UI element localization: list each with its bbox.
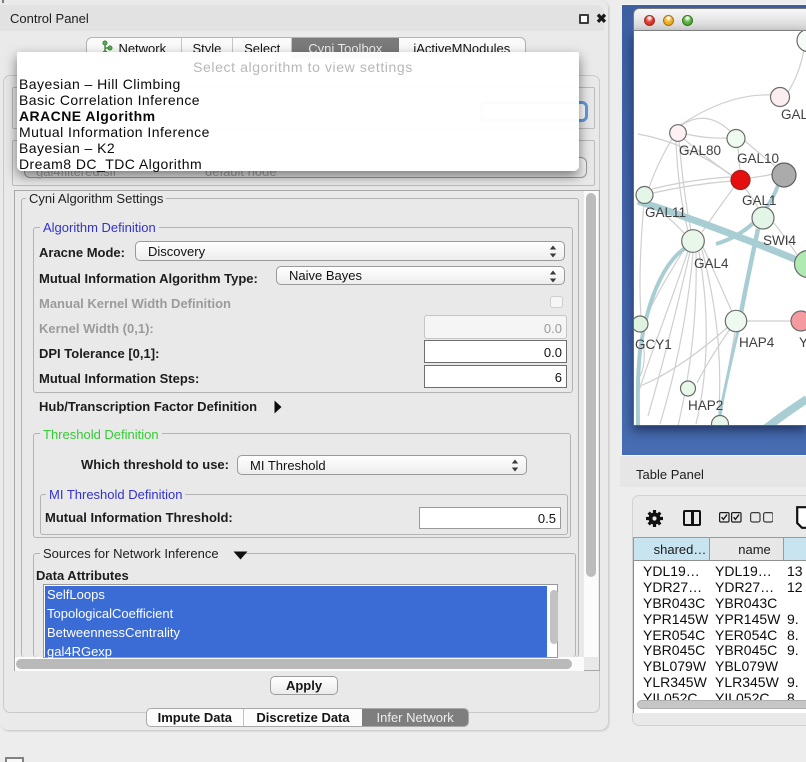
- svg-text:GAL4: GAL4: [694, 256, 729, 271]
- svg-text:GAL2: GAL2: [781, 107, 806, 122]
- svg-text:GAL11: GAL11: [645, 205, 686, 220]
- svg-text:HAP2: HAP2: [688, 398, 723, 413]
- svg-text:GAL80: GAL80: [679, 143, 721, 158]
- svg-text:YM: YM: [799, 335, 806, 350]
- svg-text:GAL10: GAL10: [737, 151, 779, 166]
- svg-text:HAP4: HAP4: [739, 335, 775, 350]
- svg-text:GAL1: GAL1: [742, 193, 777, 208]
- svg-text:SWI4: SWI4: [763, 233, 796, 248]
- svg-text:GCY1: GCY1: [635, 337, 672, 352]
